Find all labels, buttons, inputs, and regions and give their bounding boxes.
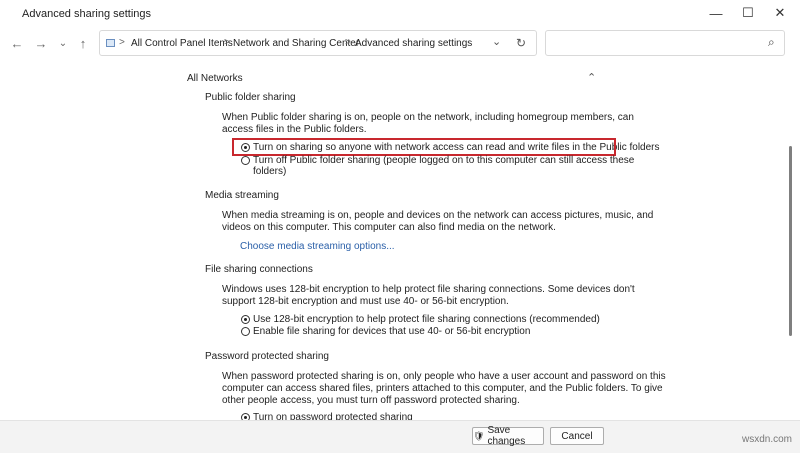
breadcrumb-separator: > — [119, 37, 125, 48]
public-folder-description: access files in the Public folders. — [222, 124, 367, 135]
save-changes-button[interactable]: 🛡 Save changes — [472, 425, 544, 447]
breadcrumb-separator: > — [345, 37, 351, 48]
chevron-down-icon: ⌄ — [58, 37, 68, 49]
public-folder-off-radio[interactable] — [241, 156, 250, 165]
recent-locations-button[interactable]: ⌄ — [54, 34, 72, 52]
encryption-128-label[interactable]: Use 128-bit encryption to help protect f… — [253, 314, 600, 326]
file-sharing-description: support 128-bit encryption and must use … — [222, 296, 509, 307]
minimize-button[interactable]: — — [700, 2, 732, 24]
breadcrumb-advanced-sharing-settings[interactable]: Advanced sharing settings — [355, 38, 472, 49]
password-protected-description: When password protected sharing is on, o… — [222, 371, 666, 382]
cancel-button[interactable]: Cancel — [550, 427, 604, 445]
save-changes-label: Save changes — [487, 425, 526, 447]
watermark: wsxdn.com — [741, 434, 792, 445]
window-title: Advanced sharing settings — [22, 8, 152, 20]
all-networks-label: All Networks — [187, 73, 243, 84]
media-streaming-description: videos on this computer. This computer c… — [222, 222, 556, 233]
breadcrumb-separator: > — [224, 37, 230, 48]
media-streaming-description: When media streaming is on, people and d… — [222, 210, 654, 221]
breadcrumb-network-and-sharing-center[interactable]: Network and Sharing Center — [233, 38, 359, 49]
public-folder-description: When Public folder sharing is on, people… — [222, 112, 634, 123]
address-bar[interactable]: > All Control Panel Items > Network and … — [99, 30, 537, 56]
close-icon: ✕ — [774, 5, 786, 20]
search-icon: ⌕ — [768, 35, 775, 49]
forward-arrow-icon: → — [34, 35, 48, 51]
password-protected-description: computer can access shared files, printe… — [222, 383, 663, 394]
file-sharing-heading: File sharing connections — [205, 264, 313, 275]
cancel-label: Cancel — [561, 430, 593, 442]
footer-bar: 🛡 Save changes Cancel — [0, 420, 800, 453]
password-protected-heading: Password protected sharing — [205, 351, 329, 362]
maximize-icon: ☐ — [742, 5, 754, 20]
address-dropdown-icon[interactable]: ⌄ — [492, 35, 501, 48]
back-arrow-icon: ← — [10, 35, 24, 51]
encryption-40-56-label[interactable]: Enable file sharing for devices that use… — [253, 326, 530, 338]
up-button[interactable]: ↑ — [74, 34, 92, 52]
back-button[interactable]: ← — [8, 34, 26, 52]
file-sharing-description: Windows uses 128-bit encryption to help … — [222, 284, 635, 295]
public-folder-off-label[interactable]: folders) — [253, 166, 286, 178]
public-folder-sharing-heading: Public folder sharing — [205, 92, 296, 103]
password-protected-description: other people access, you must turn off p… — [222, 395, 520, 406]
scrollbar-thumb[interactable] — [789, 146, 792, 336]
search-input[interactable] — [550, 34, 764, 54]
up-arrow-icon: ↑ — [79, 35, 87, 51]
maximize-button[interactable]: ☐ — [732, 2, 764, 24]
public-folder-off-label[interactable]: Turn off Public folder sharing (people l… — [253, 155, 634, 167]
minimize-icon: — — [709, 5, 723, 21]
collapse-chevron-icon[interactable]: ⌃ — [587, 72, 596, 84]
breadcrumb-all-control-panel-items[interactable]: All Control Panel Items — [131, 38, 233, 49]
refresh-icon[interactable]: ↻ — [516, 36, 526, 50]
encryption-128-radio[interactable] — [241, 315, 250, 324]
search-box[interactable]: ⌕ — [545, 30, 785, 56]
title-bar: Advanced sharing settings — ☐ ✕ — [0, 0, 800, 28]
password-on-label[interactable]: Turn on password protected sharing — [253, 412, 413, 420]
media-streaming-options-link[interactable]: Choose media streaming options... — [240, 241, 395, 253]
highlight-box — [232, 138, 616, 156]
control-panel-icon — [106, 39, 115, 47]
forward-button[interactable]: → — [32, 34, 50, 52]
close-button[interactable]: ✕ — [764, 2, 796, 24]
shield-icon: 🛡 — [473, 430, 485, 441]
encryption-40-56-radio[interactable] — [241, 327, 250, 336]
media-streaming-heading: Media streaming — [205, 190, 279, 201]
